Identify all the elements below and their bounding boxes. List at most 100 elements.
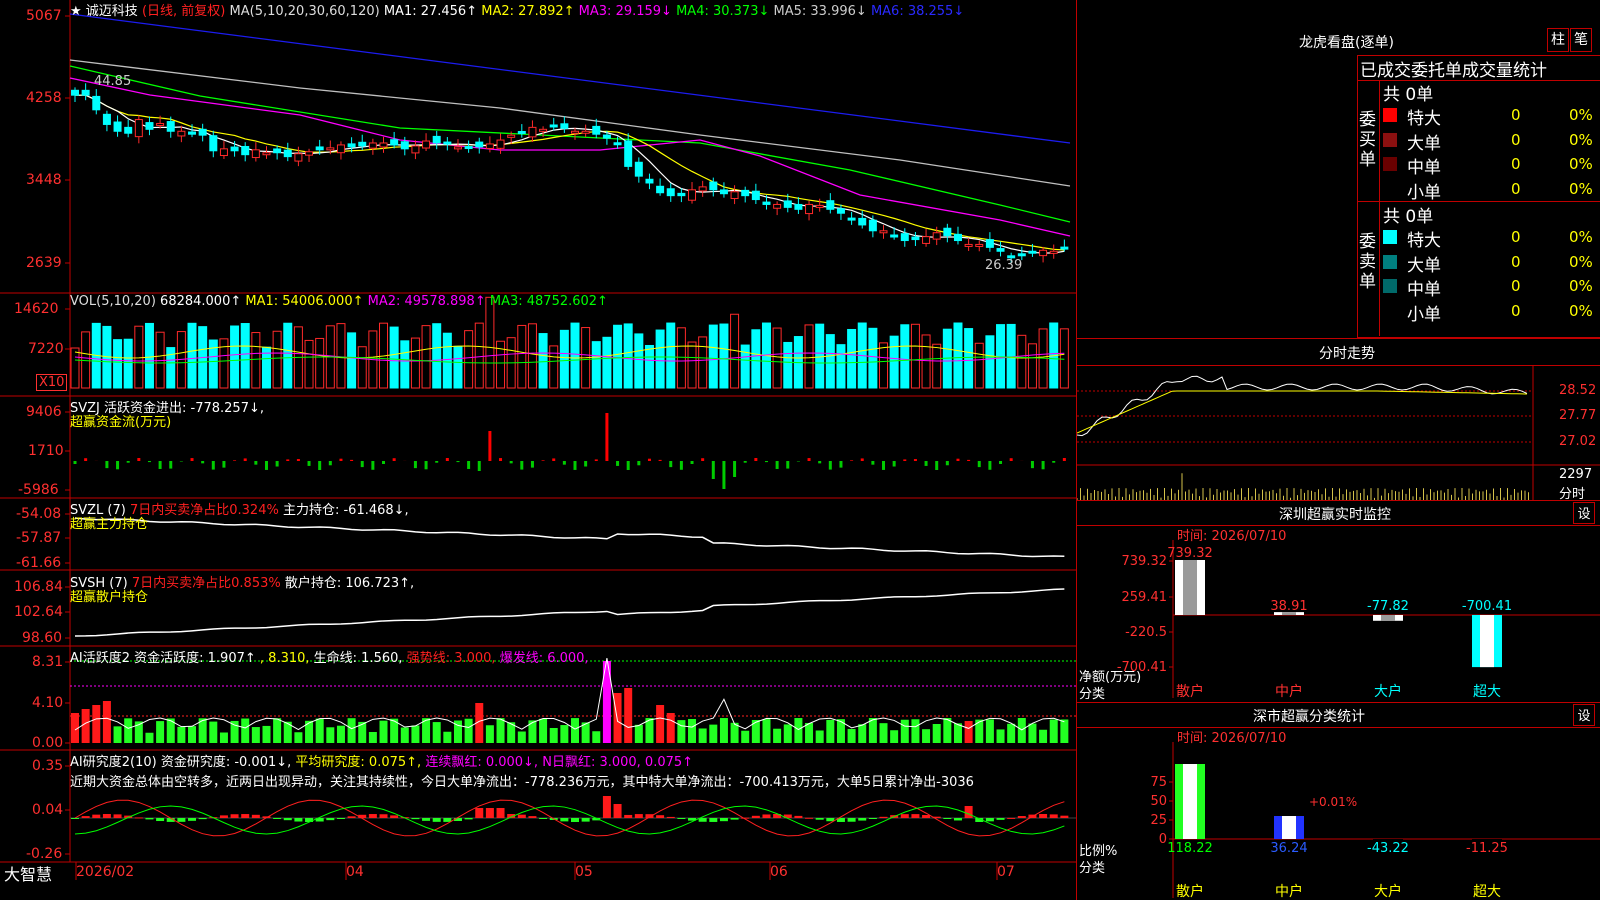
activity-bar xyxy=(794,718,803,743)
candle-body xyxy=(145,122,154,130)
order-swatch xyxy=(1383,303,1397,318)
activity-bar xyxy=(762,719,771,743)
research-bar xyxy=(230,814,239,818)
ytick-svzj-2: 1710 xyxy=(28,443,64,459)
activity-bar xyxy=(932,724,941,743)
candle-body xyxy=(188,131,197,135)
xlabel-1: 2026/02 xyxy=(76,864,135,880)
research-bar xyxy=(273,818,282,819)
research-bar xyxy=(326,818,335,821)
fenshi-chart[interactable] xyxy=(1077,365,1600,500)
bar-tick-label: -220.5 xyxy=(1125,625,1167,640)
activity-bar xyxy=(368,731,377,743)
sz-class-chart: 75 50 25 0118.22 散户 36.24 中户 -43.22 大户 -11.25 超大 +0… xyxy=(1150,742,1600,900)
candle-body xyxy=(751,190,760,201)
flow-bar xyxy=(254,461,258,465)
volume-bar xyxy=(719,323,729,389)
candle-body xyxy=(368,142,377,149)
candle-body xyxy=(847,217,856,221)
fenshi-avg-line xyxy=(1077,390,1528,434)
flow-bar xyxy=(520,461,524,470)
candle-body xyxy=(709,181,718,191)
ma6-value: MA6: 38.255↓ xyxy=(870,4,965,19)
chart-area[interactable]: ★ 诚迈科技 (日线, 前复权) MA(5,10,20,30,60,120) M… xyxy=(0,0,1076,900)
buy-total: 共 0单 xyxy=(1383,85,1434,105)
volume-bar xyxy=(123,338,133,389)
activity-bar xyxy=(677,720,686,743)
star-icon[interactable]: ★ xyxy=(70,4,82,19)
category-value-label: 739.32 xyxy=(1167,546,1213,561)
research-bar xyxy=(368,814,377,818)
activity-bar xyxy=(709,724,718,743)
flow-bar xyxy=(616,461,620,466)
volume-bar xyxy=(1059,328,1069,389)
activity-bar xyxy=(890,730,899,743)
candle-body xyxy=(411,145,420,154)
research-bar xyxy=(1049,814,1058,818)
ytick-ai1-2: 4.10 xyxy=(32,695,64,711)
research-bar xyxy=(422,818,431,821)
candle-body xyxy=(943,227,952,237)
sz-class-settings-button[interactable]: 设 xyxy=(1573,704,1595,726)
research-bar xyxy=(1039,814,1048,818)
candle-body xyxy=(900,233,909,242)
activity-bar xyxy=(273,718,282,743)
order-row-name: 小单 xyxy=(1407,304,1441,325)
research-bar xyxy=(826,818,835,822)
volume-bar xyxy=(283,322,293,389)
fenshi-ytick-2: 27.77 xyxy=(1559,408,1597,423)
activity-bar xyxy=(879,723,888,743)
category-value-label: -700.41 xyxy=(1462,599,1512,614)
volume-bar xyxy=(751,329,761,389)
research-bar xyxy=(283,818,292,821)
activity-bar xyxy=(400,727,409,743)
volume-bar xyxy=(527,323,537,389)
research-bar xyxy=(198,818,207,820)
activity-bar xyxy=(464,718,473,743)
flow-bar xyxy=(850,460,854,461)
candle-body xyxy=(879,230,888,234)
research-bar xyxy=(847,818,856,822)
volume-bar xyxy=(964,328,974,389)
period-label[interactable]: (日线, 前复权) xyxy=(142,4,225,19)
bar-view-button[interactable]: 柱 xyxy=(1547,28,1569,52)
candle-body xyxy=(741,189,750,197)
research-bar xyxy=(102,814,111,818)
research-bar xyxy=(666,816,675,818)
flow-bar xyxy=(339,458,343,461)
category-bar-highlight xyxy=(1480,615,1494,668)
retail-holding-line xyxy=(74,588,1065,637)
flow-bar xyxy=(413,461,417,469)
order-swatch xyxy=(1383,157,1397,171)
activity-bar xyxy=(336,725,345,743)
order-row-pct: 0% xyxy=(1569,130,1593,149)
flow-bar xyxy=(733,461,737,477)
activity-bar xyxy=(496,718,505,743)
activity-bar xyxy=(251,727,260,743)
candle-body xyxy=(156,122,165,126)
activity-bar xyxy=(719,718,728,743)
research-bar xyxy=(188,818,197,821)
volume-bar xyxy=(613,324,623,389)
category-label: 超大 xyxy=(1473,884,1501,900)
research-bar xyxy=(613,804,622,818)
sz-monitor-title: 深圳超赢实时监控 xyxy=(1279,507,1391,523)
flow-bar xyxy=(169,461,173,469)
fenshi-title[interactable]: 分时走势 xyxy=(1319,343,1375,363)
activity-bar xyxy=(847,728,856,743)
volume-bar xyxy=(889,335,899,389)
order-row-pct: 0% xyxy=(1569,179,1593,198)
sz-monitor-settings-button[interactable]: 设 xyxy=(1573,502,1595,524)
ytick-svzj-3: -5986 xyxy=(18,482,59,498)
candle-body xyxy=(241,145,250,156)
flow-bar xyxy=(424,461,428,470)
research-bar xyxy=(219,815,228,818)
flow-bar xyxy=(786,461,790,469)
flow-bar xyxy=(924,461,928,466)
research-bar xyxy=(879,816,888,818)
flow-bar xyxy=(307,461,311,466)
bar-tick-label: 75 xyxy=(1150,775,1167,790)
tick-view-button[interactable]: 笔 xyxy=(1570,28,1592,52)
ytick-svzj-1: 9406 xyxy=(26,404,62,420)
flow-bar xyxy=(647,458,651,461)
